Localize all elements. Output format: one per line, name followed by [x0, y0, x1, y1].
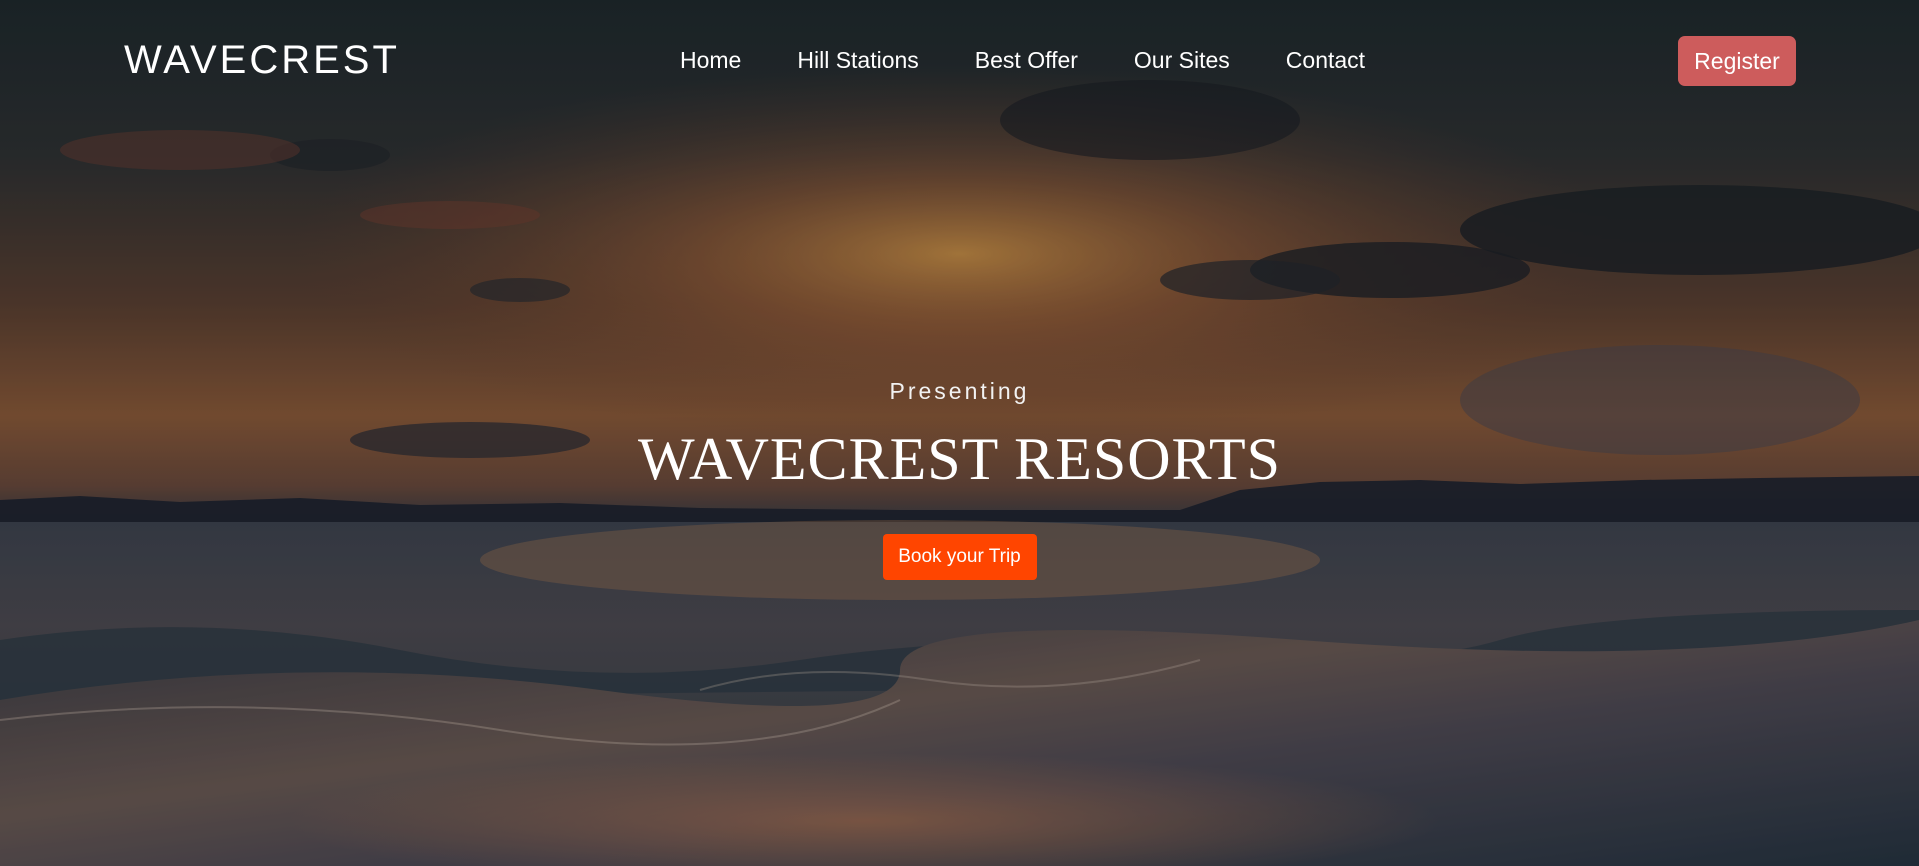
nav-item-hill-stations: Hill Stations — [797, 44, 918, 76]
nav-link-hill-stations[interactable]: Hill Stations — [797, 47, 918, 73]
top-navbar: WAVECREST Home Hill Stations Best Offer … — [0, 0, 1919, 120]
hero-title: WAVECREST RESORTS — [638, 426, 1281, 492]
nav-links: Home Hill Stations Best Offer Our Sites … — [680, 44, 1365, 76]
nav-link-home[interactable]: Home — [680, 47, 741, 73]
nav-link-contact[interactable]: Contact — [1286, 47, 1365, 73]
hero-section: WAVECREST Home Hill Stations Best Offer … — [0, 0, 1919, 866]
hero-eyebrow: Presenting — [889, 378, 1030, 404]
register-button[interactable]: Register — [1678, 36, 1796, 86]
nav-link-our-sites[interactable]: Our Sites — [1134, 47, 1230, 73]
nav-item-home: Home — [680, 44, 741, 76]
hero-content: Presenting WAVECREST RESORTS Book your T… — [0, 374, 1919, 580]
nav-item-our-sites: Our Sites — [1134, 44, 1230, 76]
nav-item-contact: Contact — [1286, 44, 1365, 76]
nav-link-best-offer[interactable]: Best Offer — [975, 47, 1078, 73]
brand-logo[interactable]: WAVECREST — [124, 36, 400, 84]
book-trip-button[interactable]: Book your Trip — [882, 534, 1037, 580]
nav-item-best-offer: Best Offer — [975, 44, 1078, 76]
